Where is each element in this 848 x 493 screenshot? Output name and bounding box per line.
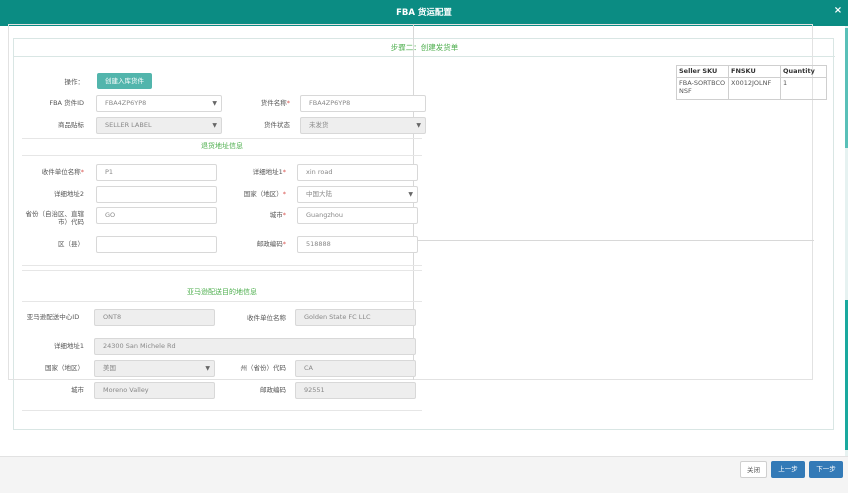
section-divider (22, 265, 422, 266)
label-owner-label: 商品贴标 (58, 121, 84, 129)
shipment-name-label: 货件名称* (260, 99, 290, 107)
return-district-input[interactable] (96, 236, 217, 253)
close-icon[interactable]: × (832, 2, 844, 20)
cell-quantity: 1 (780, 77, 827, 100)
amazon-recipient-input: Golden State FC LLC (295, 309, 416, 326)
label-owner-select: SELLER LABEL ▼ (96, 117, 222, 134)
return-country-select[interactable]: 中国大陆 ▼ (297, 186, 418, 203)
section-divider (22, 270, 422, 271)
return-recipient-input[interactable]: P1 (96, 164, 217, 181)
return-country-label: 国家（地区）* (243, 190, 286, 198)
create-shipment-button[interactable]: 创建入库货件 (97, 73, 152, 89)
center-id-label: 亚马逊配送中心ID (26, 313, 80, 321)
col-fnsku: FNSKU (728, 65, 781, 78)
col-quantity: Quantity (780, 65, 827, 78)
return-recipient-label: 收件单位名称* (41, 168, 84, 176)
chevron-down-icon: ▼ (212, 100, 217, 107)
table-header-row: Seller SKU FNSKU Quantity (676, 65, 827, 78)
shipment-name-input[interactable]: FBA4ZP6YP8 (300, 95, 426, 112)
return-address-title: 退货地址信息 (201, 142, 243, 150)
return-district-label: 区（县） (58, 240, 84, 248)
chevron-down-icon: ▼ (212, 122, 217, 129)
chevron-down-icon: ▼ (408, 191, 413, 198)
amazon-country-value: 美国 (103, 364, 116, 372)
fba-id-value: FBA4ZP6YP8 (105, 99, 147, 107)
return-postal-input[interactable]: 518888 (297, 236, 418, 253)
section-divider (22, 410, 422, 411)
next-step-button[interactable]: 下一步 (809, 461, 843, 478)
return-province-label: 省份（自治区、直辖市）代码 (25, 210, 85, 226)
amazon-address1-label: 详细地址1 (53, 342, 84, 350)
amazon-destination-title: 亚马逊配送目的地信息 (187, 288, 257, 296)
amazon-address1-input: 24300 San Michele Rd (94, 338, 416, 355)
operation-label: 操作： (64, 78, 85, 86)
shipment-status-select: 未发货 ▼ (300, 117, 426, 134)
sku-table: Seller SKU FNSKU Quantity FBA-SORTBCONSF… (676, 65, 827, 100)
section-divider (22, 155, 422, 156)
return-city-input[interactable]: Guangzhou (297, 207, 418, 224)
return-address1-input[interactable]: xin road (297, 164, 418, 181)
amazon-country-label: 国家（地区） (45, 364, 84, 372)
amazon-city-label: 城市 (71, 386, 84, 394)
amazon-city-input: Moreno Valley (94, 382, 215, 399)
return-postal-label: 邮政编码* (256, 240, 286, 248)
prev-step-button[interactable]: 上一步 (771, 461, 805, 478)
return-city-label: 城市* (269, 211, 286, 219)
amazon-state-label: 州（省份）代码 (240, 364, 287, 372)
return-address2-input[interactable] (96, 186, 217, 203)
amazon-country-select: 美国 ▼ (94, 360, 215, 377)
return-province-input[interactable]: GO (96, 207, 217, 224)
amazon-recipient-label: 收件单位名称 (247, 314, 286, 322)
col-seller-sku: Seller SKU (676, 65, 729, 78)
shipment-status-label: 货件状态 (264, 121, 290, 129)
section-divider (413, 240, 814, 241)
amazon-postal-input: 92551 (295, 382, 416, 399)
section-divider (22, 301, 422, 302)
section-divider (22, 138, 422, 139)
return-country-value: 中国大陆 (306, 190, 332, 198)
amazon-postal-label: 邮政编码 (260, 386, 286, 394)
modal-footer (0, 456, 848, 493)
center-id-input: ONT8 (94, 309, 215, 326)
amazon-state-input: CA (295, 360, 416, 377)
fba-id-select[interactable]: FBA4ZP6YP8 ▼ (96, 95, 222, 112)
chevron-down-icon: ▼ (205, 365, 210, 372)
shipment-status-value: 未发货 (309, 121, 329, 129)
chevron-down-icon: ▼ (416, 122, 421, 129)
fba-id-label: FBA 货件ID (49, 99, 84, 107)
return-address2-label: 详细地址2 (53, 190, 84, 198)
close-button[interactable]: 关闭 (740, 461, 767, 478)
return-address1-label: 详细地址1* (252, 168, 286, 176)
cell-fnsku: X0012JOLNF (728, 77, 781, 100)
modal-title: FBA 货运配置 (396, 8, 452, 18)
cell-seller-sku: FBA-SORTBCONSF (676, 77, 729, 100)
table-row: FBA-SORTBCONSF X0012JOLNF 1 (676, 77, 827, 100)
label-owner-value: SELLER LABEL (105, 121, 152, 129)
